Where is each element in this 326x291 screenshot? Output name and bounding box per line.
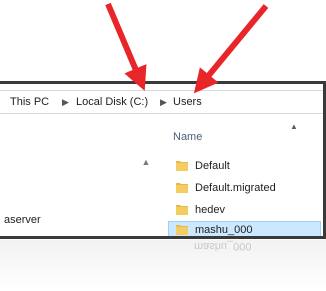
arrow-to-users-separator bbox=[193, 4, 269, 94]
arrow-left-shaft bbox=[105, 2, 147, 91]
arrow-right-shaft bbox=[193, 4, 269, 94]
arrow-to-local-disk-separator bbox=[105, 2, 147, 91]
annotation-arrows bbox=[105, 2, 269, 94]
screenshot-canvas: This PC ▶ Local Disk (C:) ▶ Users ▲ aser… bbox=[0, 0, 326, 291]
